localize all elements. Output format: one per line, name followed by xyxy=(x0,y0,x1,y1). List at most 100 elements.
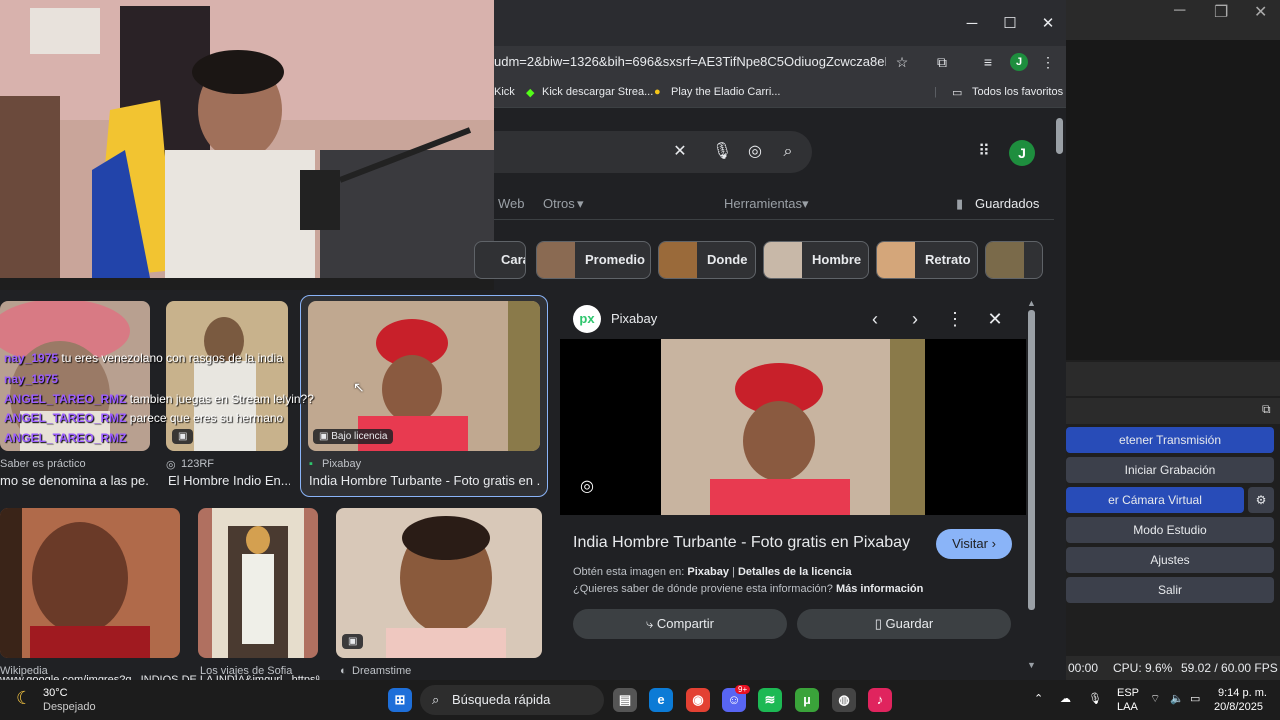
wifi-icon[interactable]: ⌔ xyxy=(1150,692,1160,706)
virtual-camera-button[interactable]: er Cámara Virtual xyxy=(1066,487,1244,513)
chip-hombre[interactable]: Hombre xyxy=(763,241,869,279)
license-source[interactable]: Pixabay xyxy=(687,566,729,578)
close-icon[interactable]: ✕ xyxy=(1038,14,1058,34)
task-view-icon[interactable]: ▤ xyxy=(613,688,637,712)
preview-image[interactable]: ◎ xyxy=(560,339,1026,515)
studio-mode-button[interactable]: Modo Estudio xyxy=(1066,517,1274,543)
previous-icon[interactable]: ‹ xyxy=(864,308,886,330)
utorrent-icon[interactable]: µ xyxy=(795,688,819,712)
status-time: 00:00 xyxy=(1068,661,1099,675)
preview-source[interactable]: Pixabay xyxy=(611,311,657,326)
chevron-down-icon: ▾ xyxy=(802,196,809,211)
preview-photo: ◎ xyxy=(580,339,925,515)
clock-date: 20/8/2025 xyxy=(1214,701,1263,713)
chip-thumbnail xyxy=(537,242,575,278)
tiktok-icon[interactable]: ♪ xyxy=(868,688,892,712)
stop-stream-button[interactable]: etener Transmisión xyxy=(1066,427,1274,453)
lang-primary[interactable]: ESP xyxy=(1117,687,1139,699)
result-image[interactable] xyxy=(198,508,318,658)
media-control-icon[interactable]: ≡ xyxy=(978,52,998,72)
windows-start-icon[interactable]: ⊞ xyxy=(388,688,412,712)
chip-cara[interactable]: Cara xyxy=(474,241,526,279)
extensions-icon[interactable]: ⧉ xyxy=(932,52,952,72)
visit-button[interactable]: Visitar › xyxy=(936,529,1012,559)
chevron-down-icon: ▾ xyxy=(577,196,584,211)
bookmark-kick-descargar[interactable]: Kick descargar Strea... xyxy=(542,86,653,98)
microphone-icon[interactable]: 🎙 xyxy=(1088,692,1102,705)
tab-web[interactable]: Web xyxy=(498,196,525,211)
minimize-icon[interactable]: ─ xyxy=(962,14,982,34)
result-caption[interactable]: India Hombre Turbante - Foto gratis en .… xyxy=(309,473,541,488)
star-icon[interactable]: ☆ xyxy=(892,52,912,72)
tab-herramientas[interactable]: Herramientas xyxy=(724,196,802,211)
page-scrollbar[interactable] xyxy=(1054,108,1066,668)
bookmark-eladio[interactable]: Play the Eladio Carri... xyxy=(671,86,780,98)
tab-otros[interactable]: Otros xyxy=(543,196,575,211)
microphone-icon[interactable]: 🎙 xyxy=(712,142,732,162)
close-icon[interactable]: ✕ xyxy=(1254,2,1267,22)
chevron-up-icon[interactable]: ⌃ xyxy=(1034,692,1043,705)
result-image-selected[interactable]: ▣ Bajo licencia xyxy=(308,301,540,451)
account-avatar[interactable]: J xyxy=(1009,140,1035,166)
info-prefix: ¿Quieres saber de dónde proviene esta in… xyxy=(573,583,833,595)
obs-preview-area xyxy=(1066,40,1280,360)
profile-avatar[interactable]: J xyxy=(1010,53,1028,71)
search-icon[interactable]: ⌕ xyxy=(778,142,798,162)
share-label: Compartir xyxy=(656,616,714,631)
chip-retrato[interactable]: Retrato xyxy=(876,241,978,279)
lens-icon[interactable]: ◎ xyxy=(745,142,765,162)
webcam-overlay xyxy=(0,0,494,278)
chat-text: parece que eres su hermano xyxy=(129,411,284,425)
save-label: Guardar xyxy=(885,616,934,631)
scrollbar-thumb[interactable] xyxy=(1056,118,1063,154)
share-button[interactable]: ⤷ Compartir xyxy=(573,609,787,639)
exit-button[interactable]: Salir xyxy=(1066,577,1274,603)
start-recording-button[interactable]: Iniciar Grabación xyxy=(1066,457,1274,483)
weather-temp[interactable]: 30°C xyxy=(43,687,68,699)
obs-icon[interactable]: ◍ xyxy=(832,688,856,712)
more-icon[interactable]: ⋮ xyxy=(944,308,966,330)
more-info-link[interactable]: Más información xyxy=(836,583,923,595)
chip-donde[interactable]: Donde xyxy=(658,241,756,279)
chip-promedio[interactable]: Promedio xyxy=(536,241,651,279)
license-details-link[interactable]: Detalles de la licencia xyxy=(738,566,852,578)
result-image[interactable] xyxy=(0,508,180,658)
chip-more[interactable] xyxy=(985,241,1043,279)
settings-button[interactable]: Ajustes xyxy=(1066,547,1274,573)
result-source: 123RF xyxy=(181,458,215,470)
save-button[interactable]: ▯ Guardar xyxy=(797,609,1011,639)
bookmark-kick[interactable]: Kick xyxy=(494,86,515,98)
clock-time[interactable]: 9:14 p. m. xyxy=(1218,687,1267,699)
tab-guardados[interactable]: Guardados xyxy=(975,196,1039,211)
result-caption[interactable]: El Hombre Indio En... xyxy=(168,473,290,488)
preview-title[interactable]: India Hombre Turbante - Foto gratis en P… xyxy=(573,534,910,552)
volume-icon[interactable]: 🔈 xyxy=(1170,692,1184,705)
result-caption[interactable]: mo se denomina a las pe... xyxy=(0,473,150,488)
close-preview-icon[interactable]: ✕ xyxy=(984,308,1006,330)
bookmark-all-favorites[interactable]: Todos los favoritos xyxy=(972,86,1063,98)
preview-scrollbar[interactable]: ▲ ▼ xyxy=(1026,296,1038,670)
battery-icon[interactable]: ▭ xyxy=(1190,692,1200,705)
gear-icon[interactable]: ⚙ xyxy=(1248,487,1274,513)
chip-label: Promedio xyxy=(585,252,645,267)
edge-icon[interactable]: e xyxy=(649,688,673,712)
apps-grid-icon[interactable]: ⠿ xyxy=(974,142,994,162)
maximize-icon[interactable]: ❐ xyxy=(1214,2,1228,22)
next-icon[interactable]: › xyxy=(904,308,926,330)
divider xyxy=(494,219,1066,220)
result-image[interactable]: ▣ xyxy=(166,301,288,451)
menu-icon[interactable]: ⋮ xyxy=(1038,52,1058,72)
maximize-icon[interactable]: ☐ xyxy=(1000,14,1020,34)
url-field[interactable]: udm=2&biw=1326&bih=696&sxsrf=AE3TifNpe8C… xyxy=(494,46,886,78)
undock-icon[interactable]: ⧉ xyxy=(1262,402,1271,417)
spotify-icon[interactable]: ≋ xyxy=(758,688,782,712)
search-box[interactable]: ✕ 🎙 ◎ ⌕ xyxy=(494,131,812,173)
chrome-icon[interactable]: ◉ xyxy=(686,688,710,712)
cloud-icon[interactable]: ☁ xyxy=(1060,692,1071,705)
taskbar-search[interactable]: ⌕ Búsqueda rápida xyxy=(420,685,604,715)
minimize-icon[interactable]: ─ xyxy=(1174,2,1185,20)
moon-weather-icon: ☾ xyxy=(16,688,33,708)
search-icon: ⌕ xyxy=(432,692,440,707)
result-image[interactable]: ▣ xyxy=(336,508,542,658)
clear-icon[interactable]: ✕ xyxy=(670,142,690,162)
